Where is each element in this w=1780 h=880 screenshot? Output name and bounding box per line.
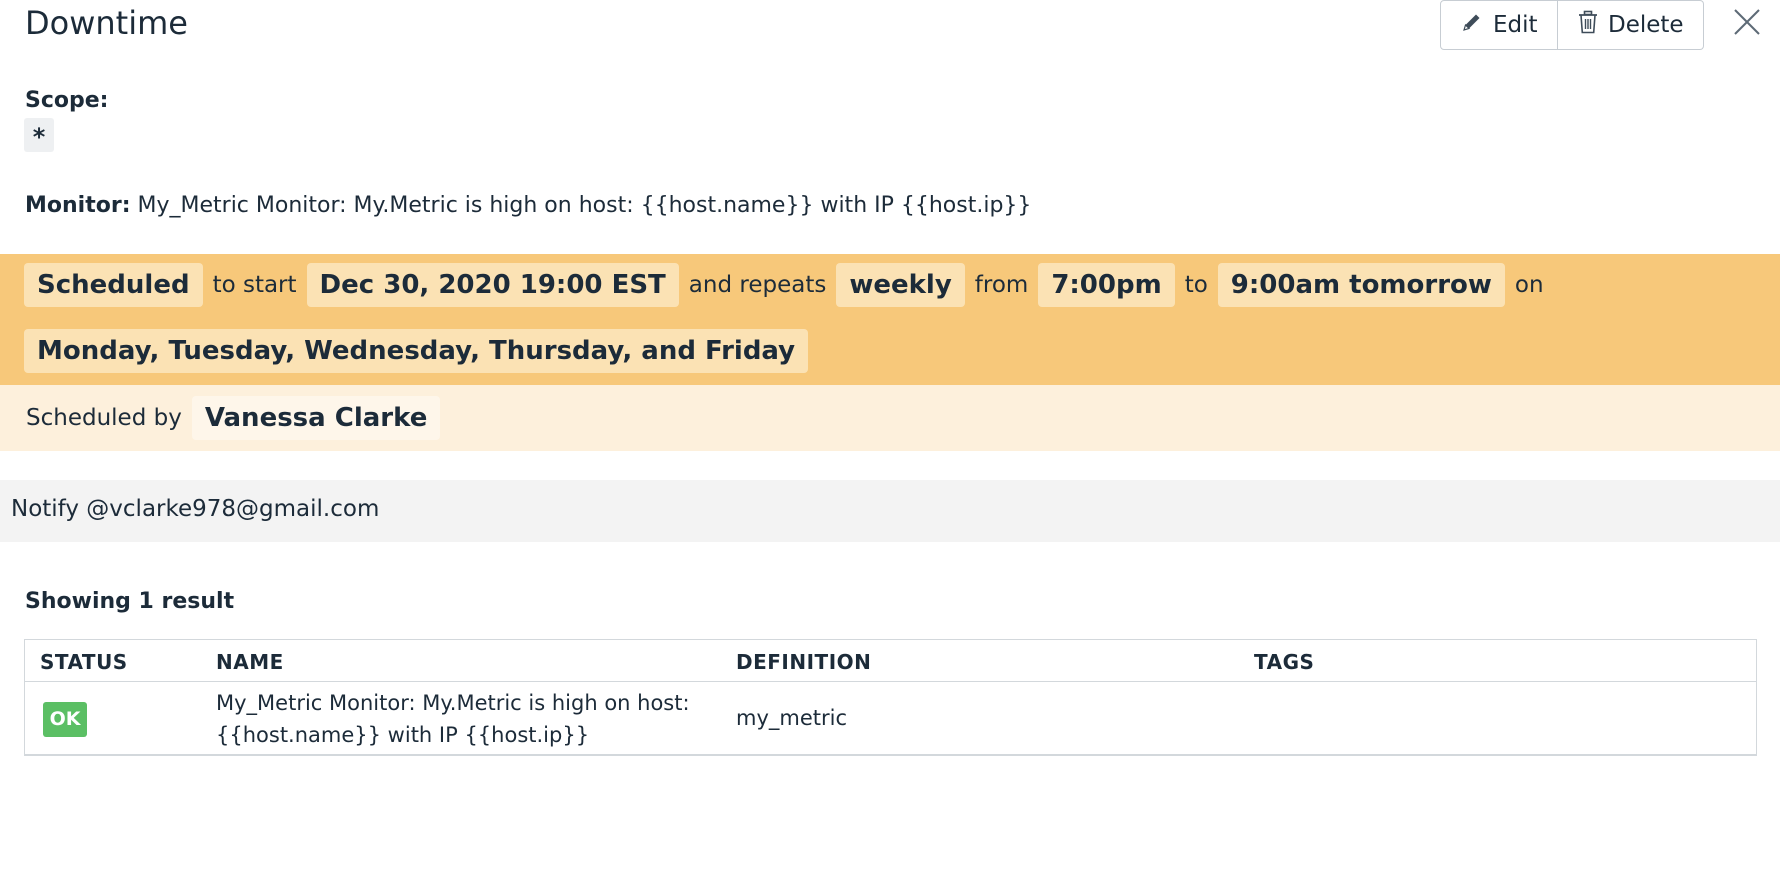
trash-icon: [1578, 10, 1598, 40]
schedule-from-time-chip: 7:00pm: [1038, 263, 1175, 307]
scheduled-by-user-chip: Vanessa Clarke: [191, 396, 441, 440]
edit-label: Edit: [1493, 12, 1538, 38]
edit-button[interactable]: Edit: [1440, 0, 1558, 50]
monitor-name-cell[interactable]: My_Metric Monitor: My.Metric is high on …: [216, 687, 716, 751]
scheduled-by-label: Scheduled by: [26, 405, 182, 431]
schedule-text-to: to: [1184, 272, 1208, 298]
schedule-summary-line: Scheduled to start Dec 30, 2020 19:00 ES…: [24, 263, 1546, 307]
monitor-line: Monitor: My_Metric Monitor: My.Metric is…: [25, 193, 1031, 218]
schedule-text-repeats: and repeats: [688, 272, 827, 298]
status-badge: OK: [43, 702, 87, 737]
column-header-definition[interactable]: DEFINITION: [736, 650, 871, 674]
schedule-frequency-chip: weekly: [836, 263, 965, 307]
close-button[interactable]: [1730, 5, 1764, 39]
scope-value: *: [24, 118, 54, 152]
results-summary: Showing 1 result: [25, 589, 235, 614]
page-title: Downtime: [25, 4, 188, 42]
schedule-start-chip: Dec 30, 2020 19:00 EST: [306, 263, 679, 307]
schedule-days-chip: Monday, Tuesday, Wednesday, Thursday, an…: [24, 329, 809, 373]
schedule-to-time-chip: 9:00am tomorrow: [1217, 263, 1505, 307]
column-header-tags[interactable]: TAGS: [1254, 650, 1314, 674]
column-header-name[interactable]: NAME: [216, 650, 284, 674]
monitors-table: STATUS NAME DEFINITION TAGS OK My_Metric…: [24, 639, 1757, 756]
pencil-icon: [1461, 11, 1483, 39]
schedule-text-from: from: [974, 272, 1029, 298]
column-header-status[interactable]: STATUS: [40, 650, 128, 674]
monitor-value: My_Metric Monitor: My.Metric is high on …: [137, 193, 1032, 218]
header-actions: Edit Delete: [1440, 0, 1704, 50]
notify-message: Notify @vclarke978@gmail.com: [11, 496, 380, 522]
schedule-days-line: Monday, Tuesday, Wednesday, Thursday, an…: [24, 329, 809, 373]
table-header: STATUS NAME DEFINITION TAGS: [25, 640, 1756, 682]
schedule-text-on: on: [1514, 272, 1544, 298]
definition-cell: my_metric: [736, 706, 848, 730]
table-row[interactable]: OK My_Metric Monitor: My.Metric is high …: [25, 682, 1756, 755]
close-icon: [1734, 9, 1760, 35]
schedule-status-chip: Scheduled: [24, 263, 203, 307]
delete-button[interactable]: Delete: [1558, 0, 1704, 50]
delete-label: Delete: [1608, 12, 1684, 38]
scheduled-by-line: Scheduled by Vanessa Clarke: [24, 396, 441, 440]
monitor-label: Monitor:: [25, 193, 131, 218]
schedule-text-to-start: to start: [212, 272, 297, 298]
scope-label: Scope:: [25, 88, 109, 113]
